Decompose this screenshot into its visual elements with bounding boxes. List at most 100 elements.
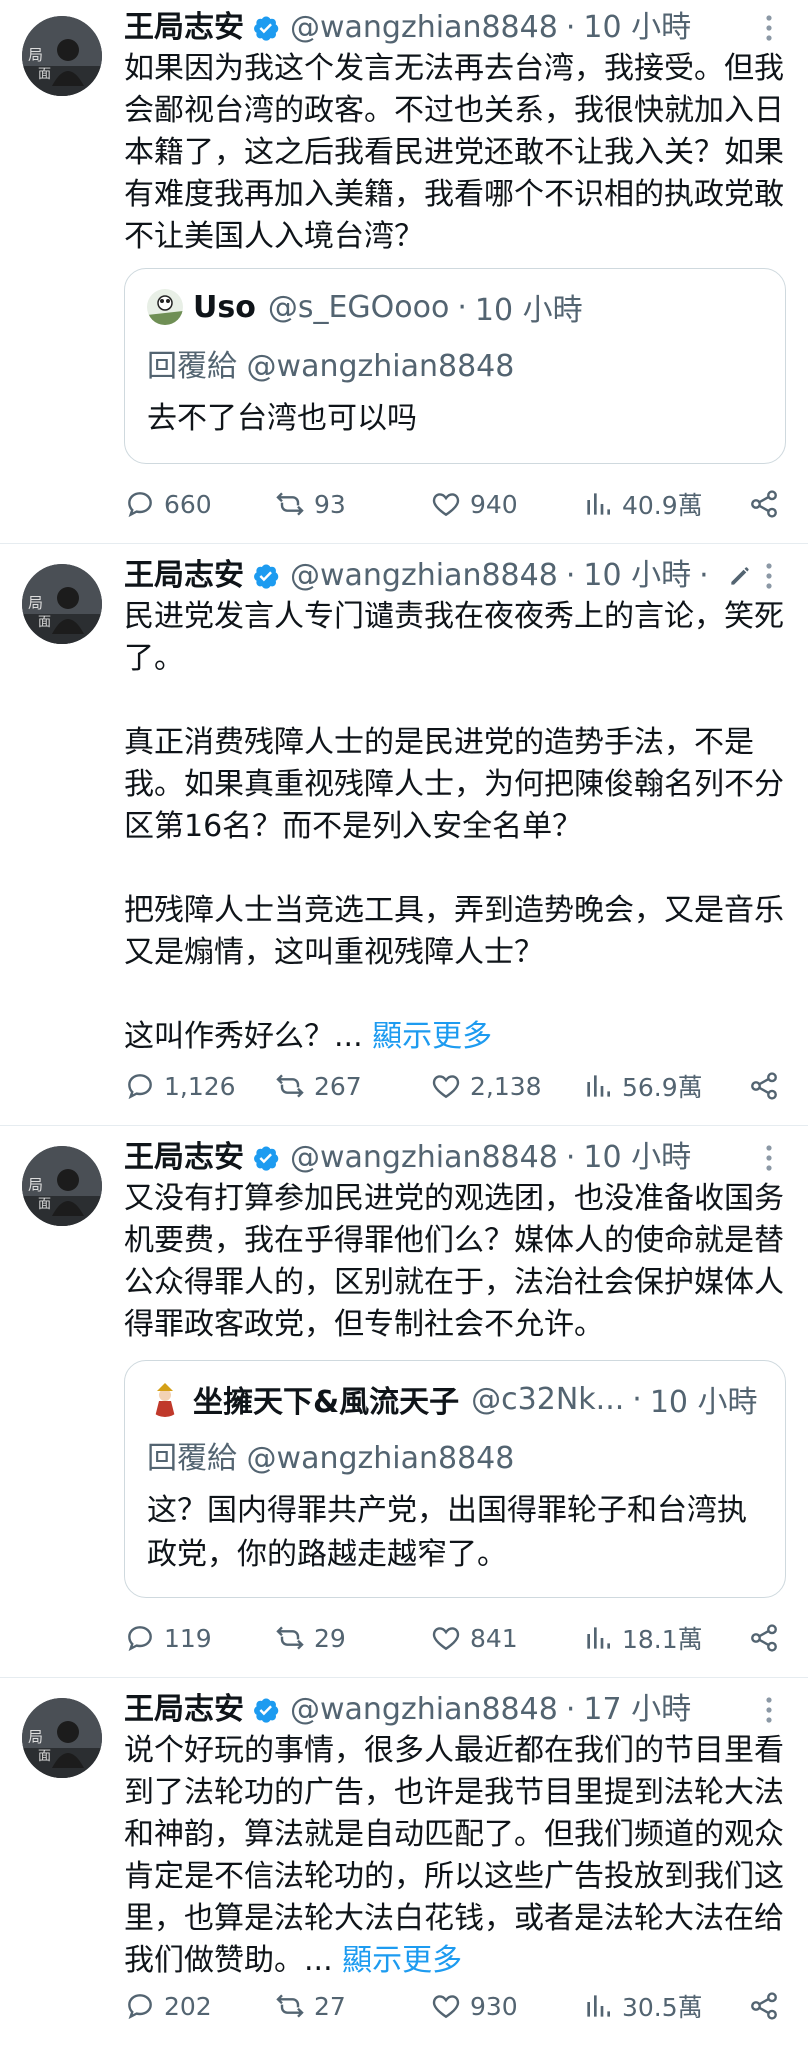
tweet-timestamp[interactable]: 17 小時 <box>583 1690 691 1730</box>
tweet-text: 又没有打算参加民进党的观选团，也没准备收国务机要费，我在乎得罪他们么？媒体人的使… <box>124 1181 784 1342</box>
svg-text:局: 局 <box>28 594 43 612</box>
tweet-timestamp[interactable]: 10 小時 <box>583 8 691 48</box>
like-count: 841 <box>470 1623 518 1653</box>
author-avatar[interactable]: 局面 <box>22 1698 102 1778</box>
separator-dot: · <box>699 558 709 593</box>
share-button[interactable] <box>748 1986 788 2026</box>
views-button[interactable]: 40.9萬 <box>582 484 703 524</box>
quoted-author-avatar[interactable] <box>147 1381 183 1417</box>
retweet-button[interactable]: 29 <box>274 1618 346 1658</box>
show-more-link[interactable]: 顯示更多 <box>372 1019 492 1054</box>
tweet[interactable]: 局面 王局志安 @wangzhian8848 · 10 小時 又没有打算参加民进… <box>0 1126 808 1678</box>
tweet-header: 王局志安 @wangzhian8848 · 10 小時 <box>124 1138 784 1178</box>
reply-icon <box>128 1626 152 1652</box>
quoted-timestamp[interactable]: 10 小時 <box>650 1377 758 1421</box>
reply-context[interactable]: 回覆給 @wangzhian8848 <box>147 341 514 385</box>
views-chart-icon <box>587 1627 610 1649</box>
reply-button[interactable]: 202 <box>124 1986 212 2026</box>
quoted-tweet[interactable]: Uso @s_EGOooo · 10 小時 回覆給 @wangzhian8848… <box>124 268 786 464</box>
author-handle[interactable]: @wangzhian8848 <box>290 1690 558 1730</box>
quoted-author-name[interactable]: Uso <box>193 290 256 325</box>
verified-badge-icon <box>254 1698 279 1723</box>
separator-dot: · <box>565 558 576 593</box>
tweet-actions: 119 29 841 18.1萬 <box>124 1618 788 1658</box>
share-button[interactable] <box>748 1066 788 1106</box>
like-count: 2,138 <box>470 1071 542 1101</box>
retweet-count: 27 <box>314 1991 346 2021</box>
retweet-button[interactable]: 27 <box>274 1986 346 2026</box>
tweet-header: 王局志安 @wangzhian8848 · 10 小時 · <box>124 556 784 596</box>
share-button[interactable] <box>748 484 788 524</box>
views-chart-icon <box>587 493 610 515</box>
author-handle[interactable]: @wangzhian8848 <box>290 8 558 48</box>
retweet-icon <box>276 1626 304 1650</box>
edited-pencil-icon[interactable] <box>727 563 753 589</box>
retweet-count: 93 <box>314 489 346 519</box>
author-avatar[interactable]: 局面 <box>22 564 102 644</box>
reply-count: 660 <box>164 489 212 519</box>
like-button[interactable]: 940 <box>430 484 518 524</box>
author-name[interactable]: 王局志安 <box>124 1138 244 1178</box>
like-button[interactable]: 2,138 <box>430 1066 542 1106</box>
tweet[interactable]: 局面 王局志安 @wangzhian8848 · 10 小時 如果因为我这个发言… <box>0 0 808 544</box>
share-button[interactable] <box>748 1618 788 1658</box>
more-options-icon[interactable] <box>754 1140 784 1176</box>
svg-text:局: 局 <box>28 1176 43 1194</box>
separator-dot: · <box>565 1692 576 1727</box>
quoted-author-name[interactable]: 坐擁天下&風流天子 <box>193 1377 459 1421</box>
retweet-button[interactable]: 93 <box>274 484 346 524</box>
author-avatar[interactable]: 局面 <box>22 1146 102 1226</box>
svg-text:局: 局 <box>28 1728 43 1746</box>
tweet-actions: 660 93 940 40.9萬 <box>124 484 788 524</box>
quoted-tweet-header: 坐擁天下&風流天子 @c32Nk... · 10 小時 <box>147 1377 767 1421</box>
retweet-icon <box>276 1994 304 2018</box>
quoted-author-handle[interactable]: @s_EGOooo <box>268 290 450 325</box>
author-handle[interactable]: @wangzhian8848 <box>290 1138 558 1178</box>
like-button[interactable]: 841 <box>430 1618 518 1658</box>
tweet-text-content: 说个好玩的事情，很多人最近都在我们的节目里看到了法轮功的广告，也许是我节目里提到… <box>124 1733 784 1978</box>
svg-text:面: 面 <box>38 1197 51 1212</box>
view-count: 56.9萬 <box>622 1073 703 1102</box>
svg-text:面: 面 <box>38 67 51 82</box>
quoted-author-handle[interactable]: @c32Nk... <box>471 1382 624 1417</box>
tweet-timestamp[interactable]: 10 小時 <box>583 556 691 596</box>
views-button[interactable]: 30.5萬 <box>582 1986 703 2026</box>
author-name[interactable]: 王局志安 <box>124 1690 244 1730</box>
separator-dot: · <box>565 1140 576 1175</box>
heart-icon <box>432 1995 460 2019</box>
quoted-timestamp[interactable]: 10 小時 <box>475 285 583 329</box>
reply-button[interactable]: 1,126 <box>124 1066 236 1106</box>
verified-badge-icon <box>254 16 279 41</box>
views-button[interactable]: 56.9萬 <box>582 1066 703 1106</box>
reply-icon <box>128 1994 152 2020</box>
tweet-actions: 1,126 267 2,138 56.9萬 <box>124 1066 788 1106</box>
author-name[interactable]: 王局志安 <box>124 8 244 48</box>
views-button[interactable]: 18.1萬 <box>582 1618 703 1658</box>
more-options-icon[interactable] <box>754 10 784 46</box>
retweet-count: 267 <box>314 1071 362 1101</box>
more-options-icon[interactable] <box>754 1692 784 1728</box>
quoted-author-avatar[interactable] <box>147 289 183 325</box>
tweet-text: 说个好玩的事情，很多人最近都在我们的节目里看到了法轮功的广告，也许是我节目里提到… <box>124 1730 786 1982</box>
reply-count: 202 <box>164 1991 212 2021</box>
share-icon <box>751 1992 777 2020</box>
retweet-button[interactable]: 267 <box>274 1066 362 1106</box>
reply-context[interactable]: 回覆給 @wangzhian8848 <box>147 1433 514 1477</box>
tweet[interactable]: 局面 王局志安 @wangzhian8848 · 10 小時 · 民进党发言人专… <box>0 544 808 1126</box>
author-name[interactable]: 王局志安 <box>124 556 244 596</box>
show-more-link[interactable]: 顯示更多 <box>342 1943 462 1978</box>
reply-button[interactable]: 119 <box>124 1618 212 1658</box>
reply-button[interactable]: 660 <box>124 484 212 524</box>
tweet-header: 王局志安 @wangzhian8848 · 10 小時 <box>124 8 784 48</box>
author-handle[interactable]: @wangzhian8848 <box>290 556 558 596</box>
more-options-icon[interactable] <box>754 558 784 594</box>
heart-icon <box>432 1627 460 1651</box>
tweet[interactable]: 局面 王局志安 @wangzhian8848 · 17 小時 说个好玩的事情，很… <box>0 1678 808 2048</box>
like-button[interactable]: 930 <box>430 1986 518 2026</box>
tweet-timestamp[interactable]: 10 小時 <box>583 1138 691 1178</box>
share-icon <box>751 490 777 518</box>
quoted-tweet[interactable]: 坐擁天下&風流天子 @c32Nk... · 10 小時 回覆給 @wangzhi… <box>124 1360 786 1598</box>
author-avatar[interactable]: 局面 <box>22 16 102 96</box>
reply-count: 119 <box>164 1623 212 1653</box>
like-count: 930 <box>470 1991 518 2021</box>
